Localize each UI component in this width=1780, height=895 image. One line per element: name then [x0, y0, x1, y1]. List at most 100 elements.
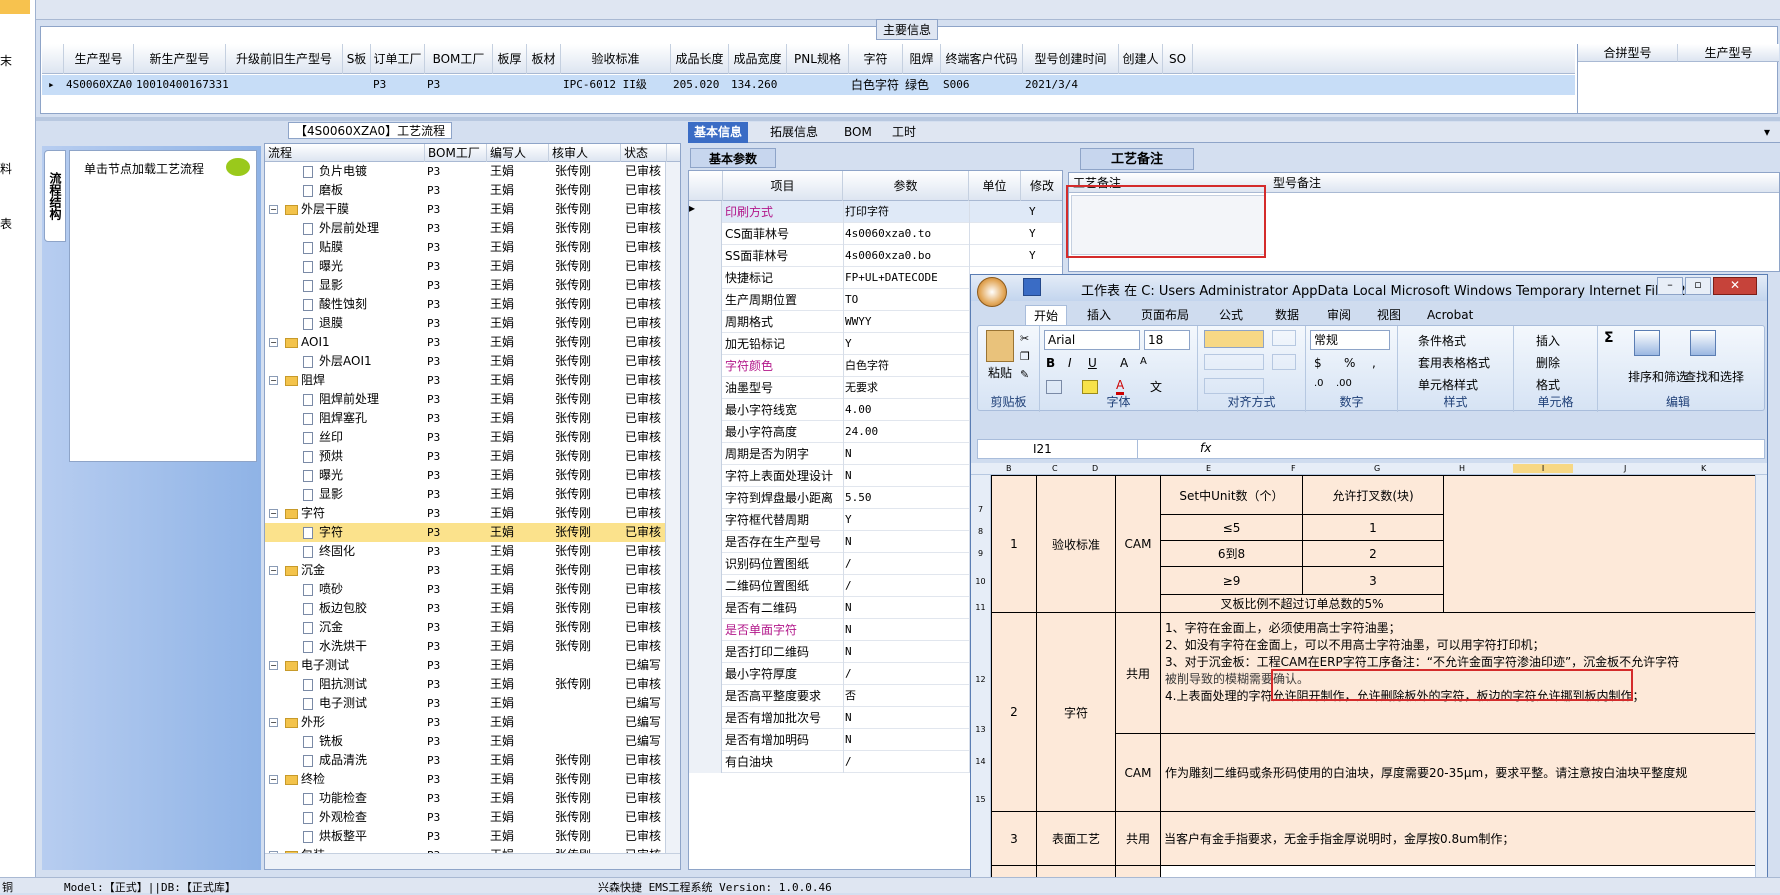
- sort-filter-button[interactable]: 排序和筛选: [1628, 368, 1688, 385]
- formula-input[interactable]: [1222, 440, 1752, 458]
- font-name-select[interactable]: Arial: [1044, 330, 1140, 350]
- tree-row[interactable]: 板边包胶 P3 王娟 张传刚 已审核: [265, 599, 667, 618]
- tree-row[interactable]: 磨板 P3 王娟 张传刚 已审核: [265, 181, 667, 200]
- sheet-cell[interactable]: 共用: [1115, 612, 1161, 734]
- param-value[interactable]: N: [845, 641, 852, 663]
- indent-icons[interactable]: [1204, 378, 1264, 394]
- param-value[interactable]: 24.00: [845, 421, 878, 443]
- param-value[interactable]: N: [845, 729, 852, 751]
- tree-node-name[interactable]: 显影: [319, 485, 343, 504]
- tree-row[interactable]: 功能检查 P3 王娟 张传刚 已审核: [265, 789, 667, 808]
- tree-vertical-scrollbar[interactable]: [665, 162, 680, 854]
- tree-row[interactable]: − 终检 P3 王娟 张传刚 已审核: [265, 770, 667, 789]
- tree-node-name[interactable]: 阻抗测试: [319, 675, 367, 694]
- expand-toggle-icon[interactable]: −: [269, 509, 278, 518]
- decrease-decimal-icon[interactable]: .00: [1336, 378, 1352, 389]
- save-icon[interactable]: [1023, 278, 1041, 296]
- main-cell[interactable]: IPC-6012 II级: [563, 75, 671, 95]
- main-col-header[interactable]: 板厚: [493, 44, 527, 74]
- sheet-cell[interactable]: 当客户有金手指要求，无金手指金厚说明时，金厚按0.8um制作；: [1160, 811, 1767, 866]
- main-col-header[interactable]: 订单工厂: [371, 44, 425, 74]
- tree-node-name[interactable]: 烘板整平: [319, 827, 367, 846]
- sheet-cell[interactable]: 表面工艺: [1036, 811, 1116, 866]
- param-value[interactable]: Y: [845, 333, 852, 355]
- excel-tab[interactable]: 插入: [1087, 305, 1111, 325]
- tree-row[interactable]: 喷砂 P3 王娟 张传刚 已审核: [265, 580, 667, 599]
- tree-node-name[interactable]: 曝光: [319, 466, 343, 485]
- param-value[interactable]: N: [845, 707, 852, 729]
- tree-col-header[interactable]: BOM工厂: [425, 144, 487, 162]
- param-value[interactable]: N: [845, 443, 852, 465]
- tree-row[interactable]: 阻抗测试 P3 王娟 张传刚 已审核: [265, 675, 667, 694]
- main-cell[interactable]: 134.260: [731, 75, 787, 95]
- params-col-header[interactable]: 修改: [1021, 171, 1062, 201]
- tree-row[interactable]: 酸性蚀刻 P3 王娟 张传刚 已审核: [265, 295, 667, 314]
- row-number[interactable]: 14: [971, 735, 991, 767]
- tree-row[interactable]: 曝光 P3 王娟 张传刚 已审核: [265, 257, 667, 276]
- column-letter[interactable]: D: [1092, 464, 1098, 473]
- sheet-cell[interactable]: 3: [1302, 566, 1444, 595]
- tree-node-name[interactable]: 功能检查: [319, 789, 367, 808]
- sheet-cell[interactable]: [1443, 475, 1767, 613]
- sheet-cell[interactable]: ≤5: [1160, 514, 1303, 541]
- main-col-header[interactable]: 新生产型号: [134, 44, 226, 74]
- param-value[interactable]: WWYY: [845, 311, 872, 333]
- format-button[interactable]: 格式: [1536, 376, 1560, 393]
- tree-col-header[interactable]: 状态: [621, 144, 667, 162]
- main-col-header[interactable]: 生产型号: [64, 44, 134, 74]
- excel-tab[interactable]: 视图: [1377, 305, 1401, 325]
- tree-node-name[interactable]: 字符: [319, 523, 343, 542]
- tree-row[interactable]: 字符 P3 王娟 张传刚 已审核: [265, 523, 667, 542]
- tab-1[interactable]: 拓展信息: [764, 122, 824, 143]
- param-value[interactable]: FP+UL+DATECODE: [845, 267, 938, 289]
- sheet-cell[interactable]: 1: [1302, 514, 1444, 541]
- param-row[interactable]: ▸ 印刷方式 打印字符 Y: [689, 201, 1062, 223]
- param-value[interactable]: 否: [845, 685, 856, 707]
- chat-bubble-icon[interactable]: [226, 158, 250, 176]
- tree-row[interactable]: − 阻焊 P3 王娟 张传刚 已审核: [265, 371, 667, 390]
- main-col-header[interactable]: 板材: [527, 44, 561, 74]
- tree-row[interactable]: 显影 P3 王娟 张传刚 已审核: [265, 276, 667, 295]
- tree-row[interactable]: 铣板 P3 王娟 已编写: [265, 732, 667, 751]
- tree-horizontal-scrollbar[interactable]: [265, 853, 680, 869]
- tree-node-name[interactable]: 酸性蚀刻: [319, 295, 367, 314]
- row-number[interactable]: 15: [971, 767, 991, 805]
- sheet-cell[interactable]: 2: [991, 612, 1037, 812]
- main-col-header[interactable]: PNL规格: [787, 44, 849, 74]
- fill-color-icon[interactable]: [1082, 380, 1098, 394]
- sort-filter-icon[interactable]: [1634, 330, 1660, 356]
- main-col-header[interactable]: 字符: [849, 44, 903, 74]
- tree-node-name[interactable]: 预烘: [319, 447, 343, 466]
- tree-node-name[interactable]: 外形: [301, 713, 325, 732]
- tree-node-name[interactable]: 成品清洗: [319, 751, 367, 770]
- param-value[interactable]: /: [845, 575, 852, 597]
- percent-icon[interactable]: %: [1344, 356, 1355, 370]
- grow-font-icon[interactable]: A: [1120, 356, 1128, 370]
- column-letter[interactable]: I: [1513, 464, 1573, 473]
- sheet-cell[interactable]: 允许打叉数(块): [1302, 475, 1444, 515]
- row-number[interactable]: 13: [971, 685, 991, 735]
- tree-row[interactable]: 外层AOI1 P3 王娟 张传刚 已审核: [265, 352, 667, 371]
- tree-node-name[interactable]: 显影: [319, 276, 343, 295]
- tree-node-name[interactable]: 电子测试: [301, 656, 349, 675]
- param-value[interactable]: TO: [845, 289, 858, 311]
- tree-row[interactable]: 预烘 P3 王娟 张传刚 已审核: [265, 447, 667, 466]
- main-info-row[interactable]: ▸ 4S0060XZA0 10010400167331 P3 P3 IPC-6012 II…: [42, 75, 1575, 95]
- column-letter[interactable]: B: [1006, 464, 1012, 473]
- main-col-header[interactable]: 阻焊: [903, 44, 941, 74]
- tree-node-name[interactable]: 负片电镀: [319, 162, 367, 181]
- tree-row[interactable]: − AOI1 P3 王娟 张传刚 已审核: [265, 333, 667, 352]
- close-icon[interactable]: ✕: [1713, 277, 1757, 295]
- office-button-icon[interactable]: [977, 277, 1007, 307]
- main-col-header[interactable]: 终端客户代码: [941, 44, 1023, 74]
- main-col-header[interactable]: 验收标准: [561, 44, 671, 74]
- param-row[interactable]: CS面菲林号 4s0060xza0.to Y: [689, 223, 1062, 245]
- param-value[interactable]: Y: [845, 509, 852, 531]
- comma-icon[interactable]: ,: [1372, 356, 1376, 370]
- excel-tab[interactable]: 开始: [1025, 305, 1068, 325]
- conditional-format-button[interactable]: 条件格式: [1418, 332, 1466, 349]
- restore-icon[interactable]: ▫: [1685, 277, 1711, 295]
- tree-row[interactable]: 负片电镀 P3 王娟 张传刚 已审核: [265, 162, 667, 181]
- tree-row[interactable]: 阻焊前处理 P3 王娟 张传刚 已审核: [265, 390, 667, 409]
- param-value[interactable]: 无要求: [845, 377, 878, 399]
